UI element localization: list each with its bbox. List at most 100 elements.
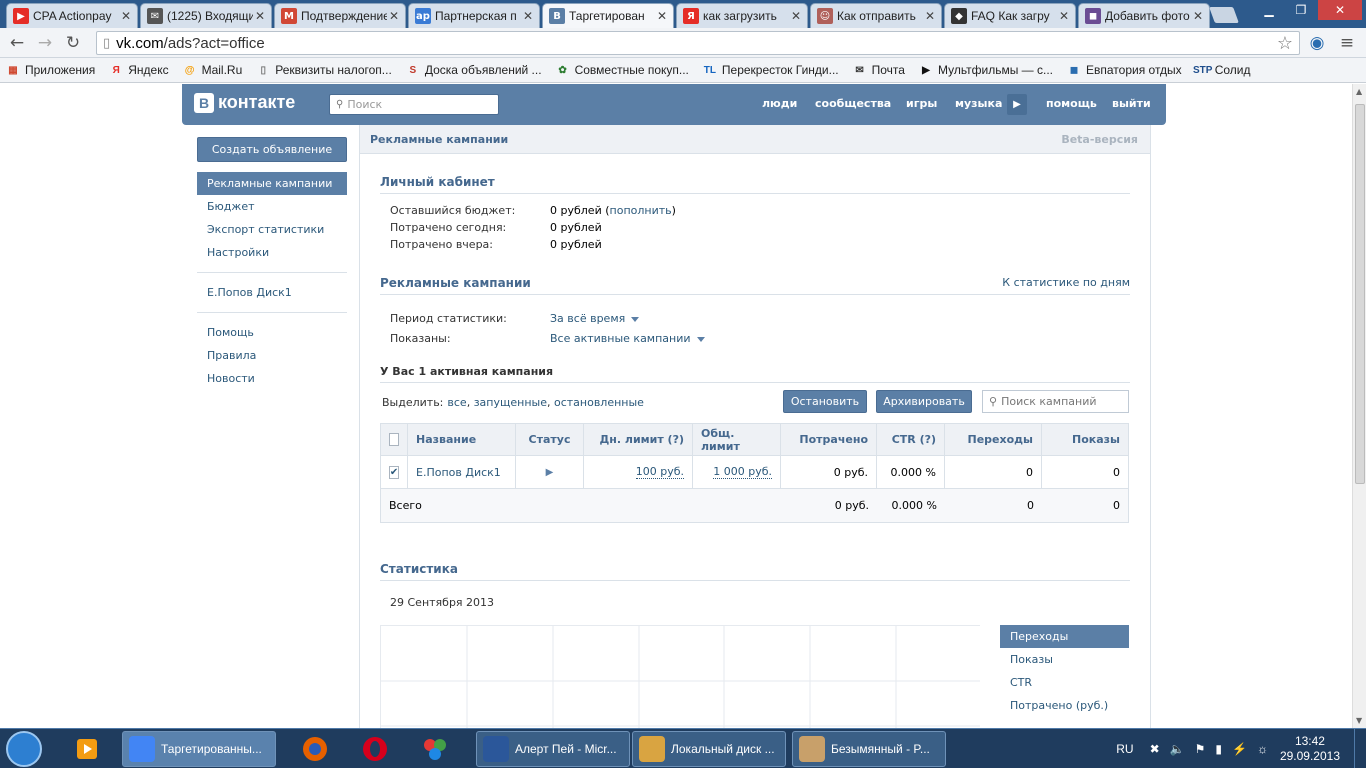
volume-icon[interactable]: 🔈 xyxy=(1170,742,1185,756)
flag-icon[interactable]: ⚑ xyxy=(1195,742,1206,756)
sidebar-item-campaigns[interactable]: Рекламные кампании xyxy=(197,172,347,195)
browser-tab[interactable]: Якак загрузить ✕ xyxy=(676,3,808,28)
nav-help[interactable]: помощь xyxy=(1046,97,1097,110)
minimize-button[interactable]: ▁ xyxy=(1254,0,1284,20)
taskbar-task[interactable]: Локальный диск ... xyxy=(632,731,786,767)
col-views[interactable]: Показы xyxy=(1042,424,1128,455)
power-icon[interactable]: ⚡ xyxy=(1232,742,1247,756)
new-tab-button[interactable] xyxy=(1209,7,1239,23)
taskbar-task[interactable]: Алерт Пей - Micr... xyxy=(476,731,630,767)
daily-stats-link[interactable]: К статистике по дням xyxy=(1002,276,1130,290)
media-player-icon[interactable] xyxy=(62,733,112,765)
browser-tab[interactable]: ◼ Добавить фото ✕ xyxy=(1078,3,1210,28)
close-icon[interactable]: ✕ xyxy=(1193,9,1203,23)
clock[interactable]: 13:42 29.09.2013 xyxy=(1280,734,1340,764)
bookmark-item[interactable]: Я Яндекс xyxy=(109,63,169,77)
col-spent[interactable]: Потрачено xyxy=(781,424,877,455)
back-arrow-icon[interactable]: ← xyxy=(6,32,28,54)
nav-logout[interactable]: выйти xyxy=(1112,97,1151,110)
sidebar-item-rules[interactable]: Правила xyxy=(197,344,347,367)
start-button[interactable] xyxy=(6,731,42,767)
browser-tab[interactable]: ap Партнерская п ✕ xyxy=(408,3,540,28)
vk-logo[interactable]: Вконтакте xyxy=(194,92,295,113)
browser-tab[interactable]: ☺ Как отправить ✕ xyxy=(810,3,942,28)
browser-tab[interactable]: ✉ (1225) Входящие ✕ xyxy=(140,3,272,28)
language-indicator[interactable]: RU xyxy=(1116,742,1133,756)
reload-icon[interactable]: ↻ xyxy=(62,32,84,54)
bookmark-item[interactable]: TL Перекресток Гинди... xyxy=(703,63,839,77)
close-icon[interactable]: ✕ xyxy=(791,9,801,23)
legend-clicks[interactable]: Переходы xyxy=(1000,625,1129,648)
shown-dropdown[interactable]: Все активные кампании xyxy=(550,332,705,345)
opera-icon[interactable] xyxy=(350,733,400,765)
select-running-link[interactable]: запущенные xyxy=(474,396,547,409)
col-total-limit[interactable]: Общ. лимит xyxy=(693,424,781,455)
vk-search-input[interactable]: ⚲ Поиск xyxy=(329,94,499,115)
col-ctr[interactable]: CTR (?) xyxy=(877,424,945,455)
create-ad-button[interactable]: Создать объявление xyxy=(197,137,347,162)
bookmark-item[interactable]: ▦ Приложения xyxy=(6,63,95,77)
taskbar-task[interactable]: Таргетированны... xyxy=(122,731,276,767)
col-day-limit[interactable]: Дн. лимит (?) xyxy=(584,424,693,455)
scroll-up-icon[interactable]: ▲ xyxy=(1356,87,1362,96)
sidebar-item-export[interactable]: Экспорт статистики xyxy=(197,218,347,241)
browser-tab[interactable]: M Подтверждение ✕ xyxy=(274,3,406,28)
bookmark-item[interactable]: ✿ Совместные покуп... xyxy=(556,63,689,77)
play-status-icon[interactable]: ▶ xyxy=(546,467,554,478)
day-limit-value[interactable]: 100 руб. xyxy=(635,465,684,479)
sidebar-item-settings[interactable]: Настройки xyxy=(197,241,347,264)
legend-spent[interactable]: Потрачено (руб.) xyxy=(1000,694,1129,717)
nav-people[interactable]: люди xyxy=(762,97,797,110)
total-limit-value[interactable]: 1 000 руб. xyxy=(713,465,772,479)
scroll-down-icon[interactable]: ▼ xyxy=(1356,716,1362,725)
close-icon[interactable]: ✕ xyxy=(121,9,131,23)
sidebar-item-help[interactable]: Помощь xyxy=(197,321,347,344)
select-stopped-link[interactable]: остановленные xyxy=(554,396,644,409)
browser-tab[interactable]: ▶ CPA Actionpay ✕ xyxy=(6,3,138,28)
signal-icon[interactable]: ▮ xyxy=(1215,742,1222,756)
sidebar-item-news[interactable]: Новости xyxy=(197,367,347,390)
bookmark-star-icon[interactable]: ☆ xyxy=(1277,33,1293,54)
scroll-thumb[interactable] xyxy=(1355,104,1365,484)
network-icon[interactable]: ✖ xyxy=(1150,742,1160,756)
nav-games[interactable]: игры xyxy=(906,97,937,110)
close-icon[interactable]: ✕ xyxy=(255,9,265,23)
bookmark-item[interactable]: ◼ Евпатория отдых xyxy=(1067,63,1182,77)
close-icon[interactable]: ✕ xyxy=(657,9,667,23)
extension-icon[interactable]: ◉ xyxy=(1306,32,1328,54)
legend-views[interactable]: Показы xyxy=(1000,648,1129,671)
browser-tab[interactable]: ◆ FAQ Как загру ✕ xyxy=(944,3,1076,28)
nav-music[interactable]: музыка xyxy=(955,97,1002,110)
forward-arrow-icon[interactable]: → xyxy=(34,32,56,54)
campaign-search-input[interactable]: ⚲ Поиск кампаний xyxy=(982,390,1129,413)
app-tray-icon[interactable]: ☼ xyxy=(1257,742,1268,756)
bookmark-item[interactable]: ✉ Почта xyxy=(853,63,905,77)
close-window-button[interactable]: ✕ xyxy=(1318,0,1362,20)
picasa-icon[interactable] xyxy=(410,733,460,765)
show-desktop-button[interactable] xyxy=(1354,729,1366,768)
address-bar[interactable]: ▯ vk.com/ads?act=office ☆ xyxy=(96,31,1300,55)
sidebar-item-budget[interactable]: Бюджет xyxy=(197,195,347,218)
archive-button[interactable]: Архивировать xyxy=(876,390,972,413)
top-up-link[interactable]: пополнить xyxy=(610,204,672,217)
close-icon[interactable]: ✕ xyxy=(523,9,533,23)
select-all-link[interactable]: все xyxy=(447,396,466,409)
page-scrollbar[interactable]: ▲ ▼ xyxy=(1352,84,1366,728)
browser-tab[interactable]: B Таргетирован ✕ xyxy=(542,3,674,28)
legend-ctr[interactable]: CTR xyxy=(1000,671,1129,694)
bookmark-item[interactable]: STP Солид xyxy=(1193,63,1251,77)
col-status[interactable]: Статус xyxy=(516,424,584,455)
row-checkbox[interactable]: ✔ xyxy=(388,465,400,479)
close-icon[interactable]: ✕ xyxy=(389,9,399,23)
period-dropdown[interactable]: За всё время xyxy=(550,312,640,325)
bookmark-item[interactable]: ▯ Реквизиты налогоп... xyxy=(256,63,392,77)
music-play-icon[interactable]: ▶ xyxy=(1007,94,1027,115)
taskbar-task[interactable]: Безымянный - P... xyxy=(792,731,946,767)
col-name[interactable]: Название xyxy=(408,424,516,455)
close-icon[interactable]: ✕ xyxy=(1059,9,1069,23)
select-all-checkbox[interactable] xyxy=(389,433,399,446)
bookmark-item[interactable]: @ Mail.Ru xyxy=(183,63,243,77)
close-icon[interactable]: ✕ xyxy=(925,9,935,23)
campaign-name-link[interactable]: Е.Попов Диск1 xyxy=(416,466,501,479)
stop-button[interactable]: Остановить xyxy=(783,390,867,413)
